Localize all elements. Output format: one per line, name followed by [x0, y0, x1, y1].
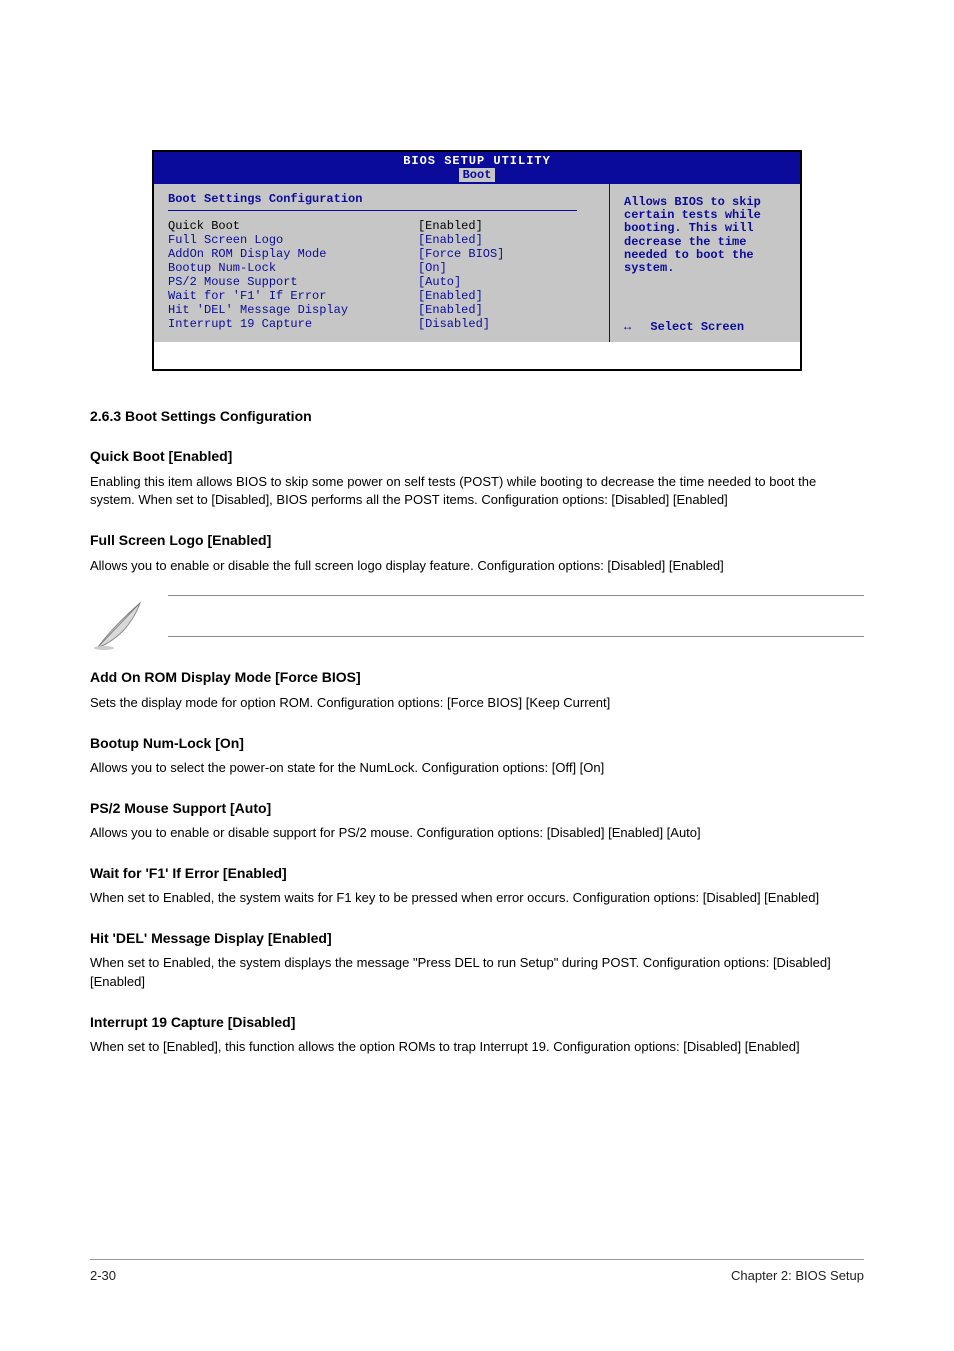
quill-pen-icon [90, 595, 150, 655]
doc-section: PS/2 Mouse Support [Auto] Allows you to e… [90, 798, 864, 843]
section-body: When set to Enabled, the system displays… [90, 954, 864, 992]
section-body: Sets the display mode for option ROM. Co… [90, 694, 864, 713]
note-rule-bottom [168, 636, 864, 637]
doc-section: Hit 'DEL' Message Display [Enabled] When … [90, 928, 864, 992]
bios-setting-value: [Enabled] [418, 289, 599, 303]
note-callout [90, 595, 864, 655]
section-body: Enabling this item allows BIOS to skip s… [90, 473, 864, 511]
arrow-left-right-icon: ↔ [624, 320, 631, 334]
doc-section: Quick Boot [Enabled] Enabling this item a… [90, 446, 864, 510]
section-heading: 2.6.3 Boot Settings Configuration [90, 406, 864, 426]
bios-screenshot: BIOS SETUP UTILITY Boot Boot Settings Co… [152, 150, 802, 371]
bios-setting-value: [Enabled] [418, 303, 599, 317]
doc-section: Full Screen Logo [Enabled] Allows you to … [90, 530, 864, 575]
doc-section: Add On ROM Display Mode [Force BIOS] Sets… [90, 667, 864, 712]
torn-edge-mask [152, 342, 802, 370]
bios-setting-row[interactable]: Wait for 'F1' If Error[Enabled] [168, 289, 599, 303]
section-heading: Quick Boot [Enabled] [90, 446, 864, 466]
bios-setting-value: [Enabled] [418, 219, 599, 233]
bios-setting-row[interactable]: Bootup Num-Lock[On] [168, 261, 599, 275]
bios-setting-row[interactable]: Hit 'DEL' Message Display[Enabled] [168, 303, 599, 317]
bios-setting-value: [Enabled] [418, 233, 599, 247]
bios-setting-label: Full Screen Logo [168, 233, 418, 247]
bios-title: BIOS SETUP UTILITY [154, 152, 800, 168]
section-body: Allows you to enable or disable the full… [90, 557, 864, 576]
bios-nav-label: Select Screen [650, 320, 744, 334]
bios-setting-label: AddOn ROM Display Mode [168, 247, 418, 261]
section-body: When set to [Enabled], this function all… [90, 1038, 864, 1057]
document-content: 2.6.3 Boot Settings Configuration Quick B… [90, 406, 864, 1057]
bios-setting-value: [On] [418, 261, 599, 275]
doc-section: 2.6.3 Boot Settings Configuration [90, 406, 864, 426]
section-body: Allows you to select the power-on state … [90, 759, 864, 778]
bios-setting-label: Interrupt 19 Capture [168, 317, 418, 331]
note-rule-top [168, 595, 864, 596]
bios-setting-label: Quick Boot [168, 219, 418, 233]
doc-section: Bootup Num-Lock [On] Allows you to select… [90, 733, 864, 778]
bios-setting-row[interactable]: Full Screen Logo[Enabled] [168, 233, 599, 247]
section-heading: Hit 'DEL' Message Display [Enabled] [90, 928, 864, 948]
section-heading: Bootup Num-Lock [On] [90, 733, 864, 753]
bios-active-tab[interactable]: Boot [459, 168, 496, 182]
bios-setting-value: [Auto] [418, 275, 599, 289]
footer-page-number: 2-30 [90, 1268, 116, 1283]
section-body: When set to Enabled, the system waits fo… [90, 889, 864, 908]
doc-section: Interrupt 19 Capture [Disabled] When set … [90, 1012, 864, 1057]
bios-setting-label: Wait for 'F1' If Error [168, 289, 418, 303]
doc-section: Wait for 'F1' If Error [Enabled] When set… [90, 863, 864, 908]
bios-section-title: Boot Settings Configuration [168, 192, 577, 211]
section-body: Allows you to enable or disable support … [90, 824, 864, 843]
bios-setting-value: [Disabled] [418, 317, 599, 331]
bios-setting-label: Hit 'DEL' Message Display [168, 303, 418, 317]
footer-chapter: Chapter 2: BIOS Setup [731, 1268, 864, 1283]
bios-help-text: Allows BIOS to skip certain tests while … [624, 196, 790, 275]
bios-setting-row[interactable]: Quick Boot[Enabled] [168, 219, 599, 233]
section-heading: Full Screen Logo [Enabled] [90, 530, 864, 550]
bios-setting-label: Bootup Num-Lock [168, 261, 418, 275]
bios-setting-row[interactable]: PS/2 Mouse Support[Auto] [168, 275, 599, 289]
bios-nav-hint: ↔ Select Screen [624, 320, 790, 334]
bios-setting-label: PS/2 Mouse Support [168, 275, 418, 289]
bios-setting-value: [Force BIOS] [418, 247, 599, 261]
section-heading: Wait for 'F1' If Error [Enabled] [90, 863, 864, 883]
page-footer: 2-30 Chapter 2: BIOS Setup [90, 1259, 864, 1283]
section-heading: PS/2 Mouse Support [Auto] [90, 798, 864, 818]
section-heading: Add On ROM Display Mode [Force BIOS] [90, 667, 864, 687]
bios-tab-row: Boot [154, 168, 800, 184]
bios-setting-row[interactable]: AddOn ROM Display Mode[Force BIOS] [168, 247, 599, 261]
bios-setting-row[interactable]: Interrupt 19 Capture[Disabled] [168, 317, 599, 331]
section-heading: Interrupt 19 Capture [Disabled] [90, 1012, 864, 1032]
